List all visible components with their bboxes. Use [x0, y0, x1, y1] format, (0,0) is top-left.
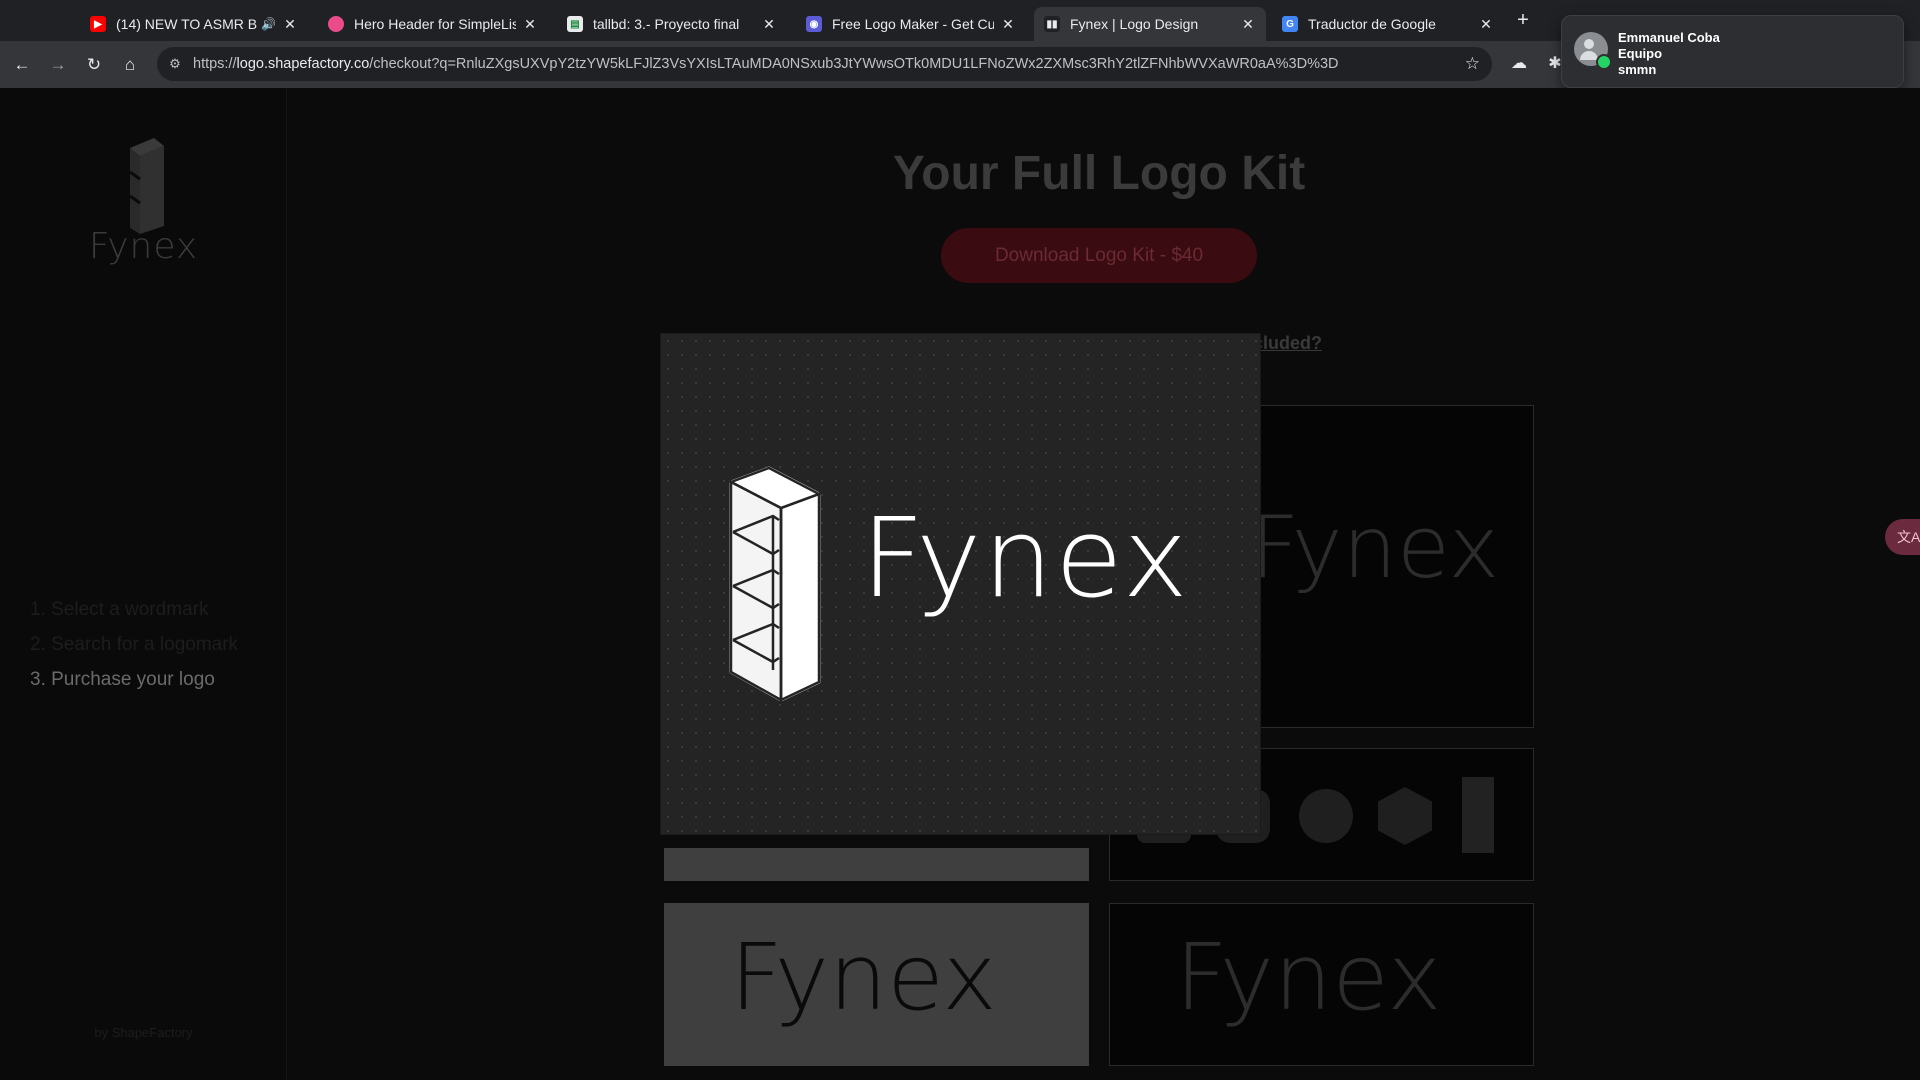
new-tab-icon[interactable]: +: [1515, 8, 1531, 32]
address-bar[interactable]: ⚙ https://logo.shapefactory.co/checkout?…: [157, 47, 1492, 81]
notification-popup[interactable]: Emmanuel Coba Equipo smmn: [1561, 15, 1904, 88]
translate-extension-icon[interactable]: 文A: [1885, 519, 1920, 555]
step-select-wordmark[interactable]: 1. Select a wordmark: [30, 592, 238, 627]
tab-dribbble[interactable]: Hero Header for SimpleList by ✕: [318, 7, 548, 41]
kit-card-dark-wordmark-2: Fynex: [1109, 903, 1534, 1066]
tab-tallbd[interactable]: ▤ tallbd: 3.- Proyecto final ✕: [557, 7, 787, 41]
tab-title: Free Logo Maker - Get Custom: [832, 16, 994, 32]
url-host: logo.shapefactory.co: [236, 56, 370, 72]
notification-message: smmn: [1618, 62, 1657, 77]
logo-maker-icon: ◉: [806, 16, 822, 32]
card-wordmark: Fynex: [1175, 924, 1442, 1031]
credit-link[interactable]: by ShapeFactory: [0, 1025, 287, 1040]
page: Fynex 1. Select a wordmark 2. Search for…: [0, 88, 1920, 1080]
close-icon[interactable]: ✕: [1240, 16, 1256, 32]
tab-title: (14) NEW TO ASMR BUT I: [116, 16, 258, 32]
tab-youtube[interactable]: ▶ (14) NEW TO ASMR BUT I 🔊 ✕: [80, 7, 308, 41]
kit-card-light-wordmark: Fynex: [664, 903, 1089, 1066]
tab-logo-maker[interactable]: ◉ Free Logo Maker - Get Custom ✕: [796, 7, 1026, 41]
close-icon[interactable]: ✕: [282, 16, 298, 32]
tab-title: Hero Header for SimpleList by: [354, 16, 516, 32]
notification-group: Equipo: [1618, 46, 1663, 61]
download-logo-kit-button[interactable]: Download Logo Kit - $40: [941, 228, 1257, 283]
close-icon[interactable]: ✕: [1478, 16, 1494, 32]
bookmark-star-icon[interactable]: ☆: [1465, 54, 1480, 74]
sidebar: Fynex 1. Select a wordmark 2. Search for…: [0, 88, 287, 1080]
page-title: Your Full Logo Kit: [892, 147, 1306, 200]
preview-wordmark: Fynex: [861, 494, 1190, 622]
whats-included-link[interactable]: cluded?: [1253, 333, 1322, 354]
reload-icon[interactable]: ↻: [83, 54, 105, 76]
url-text[interactable]: https://logo.shapefactory.co/checkout?q=…: [193, 56, 1339, 72]
dribbble-icon: [328, 16, 344, 32]
extension-cloud-icon[interactable]: ☁: [1509, 54, 1529, 74]
hexagon-mark-icon: [1378, 787, 1432, 845]
close-icon[interactable]: ✕: [761, 16, 777, 32]
tab-title: Fynex | Logo Design: [1070, 16, 1199, 32]
sidebar-brand: Fynex: [88, 226, 199, 267]
forward-icon[interactable]: →: [47, 54, 69, 76]
checkout-steps: 1. Select a wordmark 2. Search for a log…: [30, 592, 238, 697]
home-icon[interactable]: ⌂: [119, 54, 141, 76]
close-icon[interactable]: ✕: [522, 16, 538, 32]
whatsapp-icon: [1596, 54, 1612, 70]
shelf-mark-icon: [1462, 777, 1494, 853]
step-purchase: 3. Purchase your logo: [30, 669, 215, 690]
tab-fynex[interactable]: ▮▮ Fynex | Logo Design ✕: [1034, 7, 1266, 41]
youtube-icon: ▶: [90, 16, 106, 32]
tab-title: Traductor de Google: [1308, 16, 1436, 32]
google-translate-icon: G: [1282, 16, 1298, 32]
kit-card-icons-light: [664, 848, 1089, 881]
step-search-logomark[interactable]: 2. Search for a logomark: [30, 627, 238, 662]
speaker-icon[interactable]: 🔊: [261, 17, 276, 31]
tab-translate[interactable]: G Traductor de Google ✕: [1272, 7, 1504, 41]
card-wordmark: Fynex: [1250, 498, 1500, 598]
notification-sender: Emmanuel Coba: [1618, 30, 1720, 45]
back-icon[interactable]: ←: [11, 54, 33, 76]
logo-preview-modal[interactable]: Fynex: [661, 334, 1260, 834]
shapefactory-icon: ▮▮: [1044, 16, 1060, 32]
url-prefix: https://: [193, 56, 237, 72]
site-settings-icon[interactable]: ⚙: [167, 56, 183, 72]
close-icon[interactable]: ✕: [1000, 16, 1016, 32]
url-path: /checkout?q=RnluZXgsUXVpY2tzYW5kLFJlZ3Vs…: [369, 56, 1339, 72]
circle-mark-icon: [1299, 789, 1353, 843]
shelf-logo-icon: [727, 466, 823, 702]
card-wordmark: Fynex: [730, 924, 997, 1031]
document-icon: ▤: [567, 16, 583, 32]
tab-title: tallbd: 3.- Proyecto final: [593, 16, 740, 32]
